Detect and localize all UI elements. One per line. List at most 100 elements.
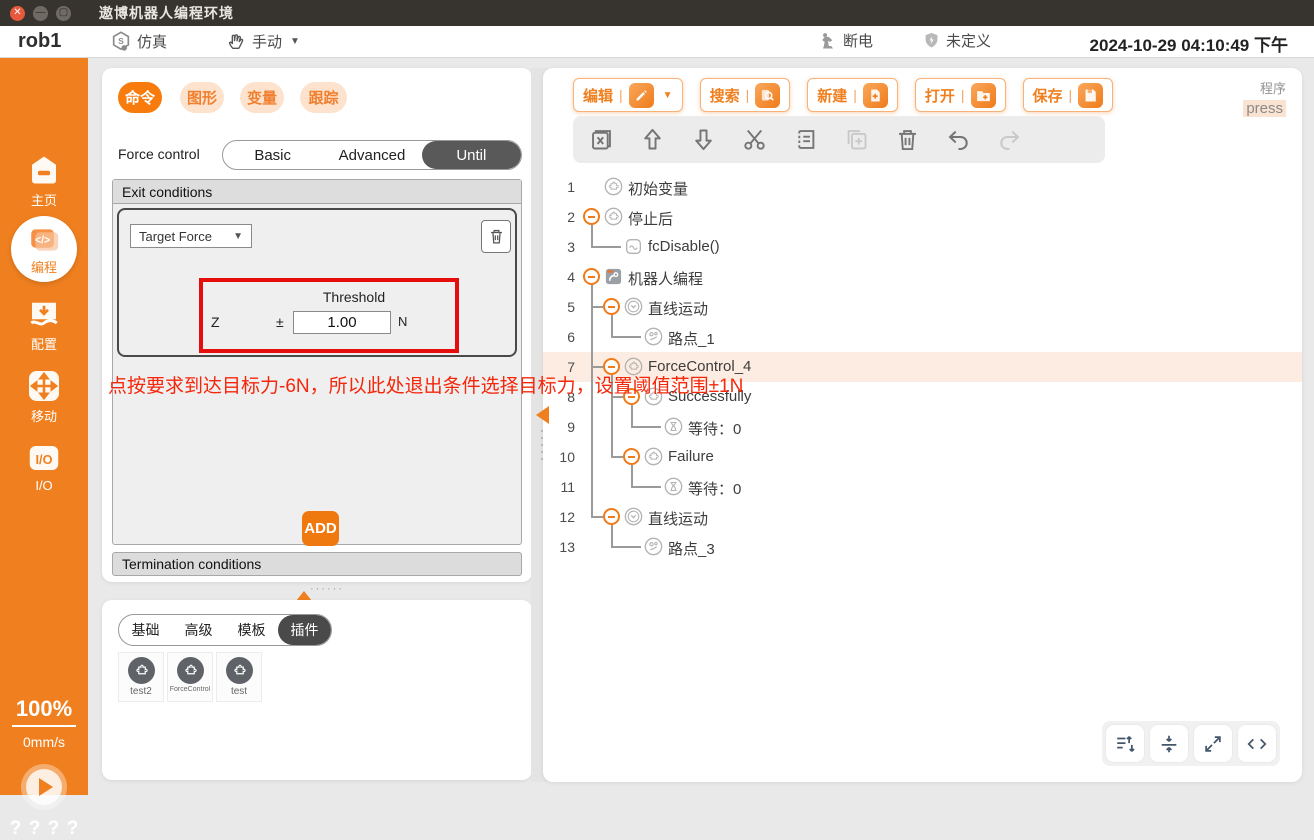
file-button-新建[interactable]: 新建|	[807, 78, 898, 112]
tab-图形[interactable]: 图形	[180, 82, 224, 113]
help-question-icon[interactable]: ?	[10, 818, 22, 840]
tree-row[interactable]: 11等待：0	[543, 472, 1302, 502]
file-button-label: 编辑	[583, 85, 613, 106]
tree-row[interactable]: 1初始变量	[543, 172, 1302, 202]
tree-connector	[631, 426, 661, 428]
collapse-toggle[interactable]	[583, 268, 600, 285]
annotation-text: 点按要求到达目标力-6N，所以此处退出条件选择目标力，设置阈值范围±1N	[108, 371, 743, 398]
tree-row[interactable]: 6路点_1	[543, 322, 1302, 352]
file-button-保存[interactable]: 保存 |	[1023, 78, 1114, 112]
search-icon	[755, 83, 780, 108]
sidebar-item-配置[interactable]: 配置	[0, 296, 88, 353]
tab-命令[interactable]: 命令	[118, 82, 162, 113]
termination-conditions-header[interactable]: Termination conditions	[112, 552, 522, 576]
collapse-toggle[interactable]	[603, 298, 620, 315]
mode-tab-advanced[interactable]: Advanced	[322, 141, 421, 169]
cut-button[interactable]	[741, 126, 768, 153]
library-tabs: 基础高级模板插件	[118, 614, 332, 646]
tree-row[interactable]: 4机器人编程	[543, 262, 1302, 292]
file-button-打开[interactable]: 打开|	[915, 78, 1006, 112]
file-button-搜索[interactable]: 搜索|	[700, 78, 791, 112]
mode-tab-until[interactable]: Until	[422, 141, 521, 169]
tree-connector	[591, 472, 593, 502]
window-minimize-button[interactable]: —	[33, 6, 48, 21]
sidebar-item-I/O[interactable]: I/OI/O	[0, 440, 88, 493]
sidebar-item-主页[interactable]: 主页	[0, 152, 88, 209]
redo-button	[996, 126, 1023, 153]
power-status-label: 断电	[843, 30, 873, 51]
svg-text:</>: </>	[35, 234, 50, 246]
plugin-ForceControl[interactable]: ForceControl	[167, 652, 213, 702]
tree-connector	[631, 405, 633, 412]
collapse-toggle[interactable]	[603, 508, 620, 525]
sidebar-item-编程[interactable]: </>编程	[11, 216, 77, 282]
move-down-button[interactable]	[690, 126, 717, 153]
plugin-test[interactable]: test	[216, 652, 262, 702]
plugin-test2[interactable]: test2	[118, 652, 164, 702]
panel-splitter-dots: ······	[310, 583, 344, 595]
file-button-编辑[interactable]: 编辑|▼	[573, 78, 683, 112]
tab-变量[interactable]: 变量	[240, 82, 284, 113]
file-button-label: 搜索	[710, 85, 740, 106]
tree-row[interactable]: 13路点_3	[543, 532, 1302, 562]
file-button-label: 保存	[1033, 85, 1063, 106]
tree-row[interactable]: 3fcDisable()	[543, 232, 1302, 262]
window-maximize-button[interactable]: ▢	[56, 6, 71, 21]
help-question-icon[interactable]: ?	[67, 818, 79, 840]
tab-跟踪[interactable]: 跟踪	[300, 82, 347, 113]
tree-row-number: 13	[549, 539, 575, 555]
program-corner-label: 程序	[1243, 78, 1286, 97]
copy-add-button	[843, 126, 870, 153]
tree-row[interactable]: 10Failure	[543, 442, 1302, 472]
help-question-icon[interactable]: ?	[48, 818, 60, 840]
tree-row[interactable]: 2停止后	[543, 202, 1302, 232]
play-button[interactable]	[21, 764, 67, 810]
power-status[interactable]: 断电	[818, 30, 873, 51]
delete-condition-button[interactable]	[481, 220, 511, 253]
add-condition-button[interactable]: ADD	[302, 511, 339, 546]
tree-connector	[591, 502, 593, 517]
script-icon	[624, 237, 643, 256]
collapse-all-button[interactable]	[1150, 725, 1188, 762]
exit-conditions-header[interactable]: Exit conditions	[113, 180, 521, 204]
mode-selector[interactable]: 手动 ▼	[225, 30, 300, 52]
sidebar-item-label: I/O	[0, 478, 88, 493]
help-question-icon[interactable]: ?	[29, 818, 41, 840]
view-toolbar	[1102, 721, 1280, 766]
splitter-collapse-arrow[interactable]	[536, 406, 549, 424]
robot-name: rob1	[18, 30, 61, 53]
paste-list-button[interactable]	[792, 126, 819, 153]
simulation-toggle[interactable]: S 仿真	[110, 30, 167, 52]
tree-row[interactable]: 12直线运动	[543, 502, 1302, 532]
expand-view-button[interactable]	[1194, 725, 1232, 762]
tree-node-label: Failure	[668, 448, 714, 465]
tree-row-number: 2	[549, 209, 575, 225]
button-separator: |	[1069, 87, 1073, 103]
sidebar-item-label: 主页	[0, 190, 88, 209]
library-tab-高级[interactable]: 高级	[172, 615, 225, 645]
sort-lines-button[interactable]	[1106, 725, 1144, 762]
tree-connector	[611, 315, 613, 322]
library-tab-基础[interactable]: 基础	[119, 615, 172, 645]
wait-icon	[664, 417, 683, 436]
window-close-button[interactable]: ✕	[10, 6, 25, 21]
motion-icon	[624, 507, 643, 526]
code-view-button[interactable]	[1238, 725, 1276, 762]
library-tab-模板[interactable]: 模板	[225, 615, 278, 645]
delete-button[interactable]	[894, 126, 921, 153]
remove-node-button[interactable]	[588, 126, 615, 153]
button-separator: |	[961, 87, 965, 103]
tree-row[interactable]: 9等待：0	[543, 412, 1302, 442]
speed-percent[interactable]: 100%	[0, 696, 88, 727]
collapse-toggle[interactable]	[623, 448, 640, 465]
tree-row[interactable]: 5直线运动	[543, 292, 1302, 322]
sidebar-item-移动[interactable]: 移动	[0, 368, 88, 425]
collapse-toggle[interactable]	[583, 208, 600, 225]
library-tab-插件[interactable]: 插件	[278, 615, 331, 645]
condition-type-select[interactable]: Target Force ▼	[130, 224, 252, 248]
mode-tab-basic[interactable]: Basic	[223, 141, 322, 169]
help-marks[interactable]: ????	[0, 818, 88, 840]
move-up-button[interactable]	[639, 126, 666, 153]
safety-status[interactable]: 未定义	[922, 30, 991, 51]
undo-button[interactable]	[945, 126, 972, 153]
